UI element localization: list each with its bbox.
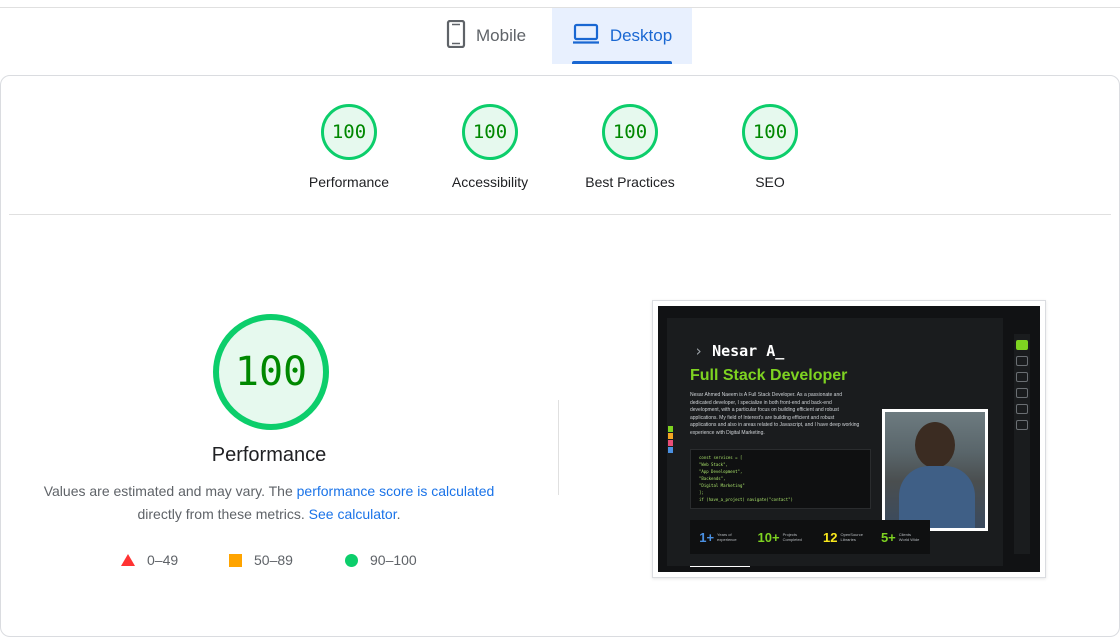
legend-range: 90–100 [370,552,417,568]
home-icon [1016,340,1028,350]
code-line: "Digital Marketing" [699,483,745,488]
page-screenshot: › Nesar A_ Full Stack Developer Nesar Ah… [658,306,1040,572]
stat-number: 12 [823,529,838,545]
gauge-label: Accessibility [451,174,529,190]
gauge-best-practices[interactable]: 100 Best Practices [560,104,700,190]
performance-title: Performance [211,444,327,466]
stat-label: Years of experience [717,532,737,542]
photo-head [915,422,955,468]
user-icon [1016,356,1028,366]
final-screenshot[interactable]: › Nesar A_ Full Stack Developer Nesar Ah… [652,300,1046,578]
score-gauges: 100 Performance 100 Accessibility 100 Be… [1,76,1119,214]
stat-label: Projects Completed [782,532,802,542]
chevron-right-icon: › [694,342,704,360]
screenshot-bio: Nesar Ahmed Naeem is A Full Stack Develo… [690,392,860,436]
screenshot-sidebar [1014,334,1030,554]
screenshot-stats: 1+ Years of experience 10+ Projects Comple… [690,520,930,554]
stat-label: Clients World Wide [898,532,920,542]
tab-mobile[interactable]: Mobile [440,8,556,64]
vertical-separator [558,400,559,495]
stat-number: 1+ [699,529,715,545]
gauge-score: 100 [742,104,798,160]
tab-desktop[interactable]: Desktop [552,8,692,64]
gauge-accessibility[interactable]: 100 Accessibility [420,104,560,190]
gauge-label: SEO [755,174,785,190]
stat-number: 10+ [757,529,780,545]
name-text: Nesar A_ [712,342,785,360]
tab-mobile-label: Mobile [476,26,527,45]
color-palette [668,426,673,454]
stat-label: OpenSource Libraries [840,532,863,542]
screenshot-underline [690,566,750,567]
screenshot-role: Full Stack Developer [690,367,848,384]
stat-item: 1+ Years of experience [699,530,739,545]
legend-range: 50–89 [254,552,293,568]
screenshot-code-block: const services = [ "Web Stack", "App Dev… [690,449,871,509]
code-line: "Backends", [699,476,726,481]
performance-score-link[interactable]: performance score is calculated [297,483,495,499]
performance-big-gauge: 100 [213,314,329,430]
device-tabs: Mobile Desktop [0,8,1120,64]
legend-range: 0–49 [147,552,179,568]
desc-text: . [396,506,401,522]
code-line: const services = [ [699,455,743,460]
gauge-label: Best Practices [585,174,675,190]
gauge-score: 100 [602,104,658,160]
edit-icon [1016,388,1028,398]
active-tab-indicator [572,61,672,64]
code-line: ]; [699,490,704,495]
code-line: "App Development", [699,469,743,474]
gauges-divider [9,214,1111,215]
gauge-performance[interactable]: 100 Performance [279,104,419,190]
gauge-score: 100 [462,104,518,160]
profile-photo [882,409,988,531]
pass-circle-icon [345,553,358,567]
fail-triangle-icon [121,554,135,566]
legend-average: 50–89 [229,550,293,570]
mail-icon [1016,420,1028,430]
briefcase-icon [1016,372,1028,382]
laptop-icon [572,23,600,50]
gauge-seo[interactable]: 100 SEO [700,104,840,190]
trophy-icon [1016,404,1028,414]
desc-text: directly from these metrics. [137,506,309,522]
phone-icon [446,19,466,53]
code-line: if (have_a_project) navigate("contact") [699,497,793,502]
legend-fail: 0–49 [121,550,178,570]
stat-item: 12 OpenSource Libraries [823,529,863,545]
gauge-score: 100 [321,104,377,160]
legend-pass: 90–100 [345,550,417,570]
performance-description: Values are estimated and may vary. The p… [30,480,508,526]
stat-item: 5+ Clients World Wide [881,530,921,545]
screenshot-name: › Nesar A_ [694,342,784,360]
stat-number: 5+ [880,529,896,545]
desc-text: Values are estimated and may vary. The [43,483,297,499]
tab-desktop-label: Desktop [609,26,673,45]
gauge-label: Performance [308,174,390,190]
see-calculator-link[interactable]: See calculator [309,506,397,522]
code-line: "Web Stack", [699,462,728,467]
average-square-icon [229,553,242,567]
stat-item: 10+ Projects Completed [758,530,805,545]
